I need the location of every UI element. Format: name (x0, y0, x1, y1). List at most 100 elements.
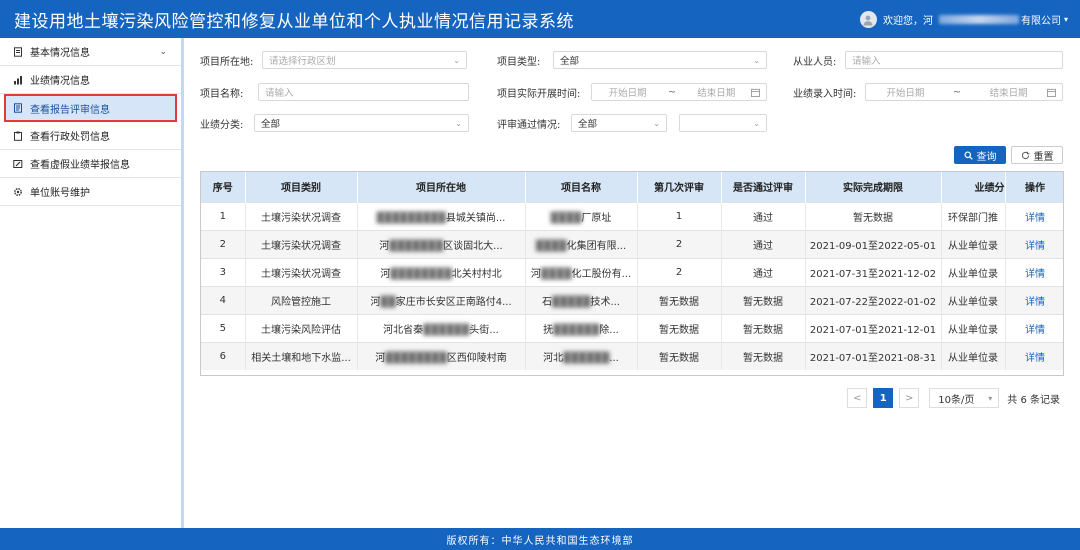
cell-passed: 暂无数据 (721, 285, 806, 314)
cell-period: 2021-07-31至2021-12-02 (805, 257, 942, 286)
page-size-value: 10条/页 (938, 394, 975, 406)
entry-date-range[interactable]: 开始日期 ~ 结束日期 (865, 83, 1063, 101)
filter-type: 项目类型: 全部 ⌄ (497, 51, 767, 69)
redacted-text: █████ (552, 296, 591, 308)
search-icon (963, 150, 973, 160)
col-header: 操作 (1005, 172, 1063, 202)
query-button[interactable]: 查询 (954, 146, 1006, 164)
loc-suffix: 头街... (469, 324, 499, 336)
reset-button[interactable]: 重置 (1011, 146, 1063, 164)
cell-category: 风险管控施工 (245, 285, 358, 314)
type-value: 全部 (560, 56, 580, 67)
end-date-placeholder: 结束日期 (697, 88, 736, 99)
app-title: 建设用地土壤污染风险管控和修复从业单位和个人执业情况信用记录系统 (14, 11, 574, 32)
table-row: 3 土壤污染状况调查 河████████北关村村北 河████化工股份有... … (201, 257, 1063, 286)
cell-perf: 从业单位录 (941, 229, 1006, 258)
redacted-text: ████████ (385, 352, 447, 364)
type-select[interactable]: 全部 ⌄ (553, 51, 767, 69)
name-suffix: ... (609, 352, 619, 364)
name-suffix: 技术... (590, 296, 620, 308)
actual-date-range[interactable]: 开始日期 ~ 结束日期 (591, 83, 767, 101)
location-select[interactable]: 请选择行政区划 ⌄ (262, 51, 467, 69)
prev-page-button[interactable]: < (847, 388, 868, 408)
bar-chart-icon (12, 74, 24, 86)
loc-prefix: 河北省秦 (383, 324, 424, 336)
name-input[interactable]: 请输入 (258, 83, 469, 101)
name-prefix: 石 (542, 296, 552, 308)
filter-entry-time: 业绩录入时间: 开始日期 ~ 结束日期 (793, 83, 1063, 101)
sidebar-item-report-review[interactable]: 查看报告评审信息 (4, 94, 177, 122)
cell-perf: 从业单位录 (941, 313, 1006, 342)
user-icon (863, 15, 873, 25)
cell-name: 抚██████除... (525, 313, 638, 342)
name-suffix: 化工股份有... (571, 268, 632, 280)
cell-name: 河北██████... (525, 341, 638, 370)
page-size-select[interactable]: 10条/页 ▾ (929, 388, 1000, 408)
start-date-placeholder: 开始日期 (886, 88, 925, 99)
footer: 版权所有：中华人民共和国生态环境部 (0, 528, 1080, 550)
category-select[interactable]: 全部 ⌄ (254, 114, 469, 132)
detail-link[interactable]: 详情 (1025, 353, 1045, 364)
detail-link[interactable]: 详情 (1025, 325, 1045, 336)
review-sub-select[interactable]: ⌄ (679, 114, 767, 132)
table-row: 4 风险管控施工 河██家庄市长安区正南路付4... 石█████技术... 暂… (201, 285, 1063, 314)
filter-person: 从业人员: 请输入 (793, 51, 1063, 69)
category-value: 全部 (261, 119, 281, 130)
redacted-text: ██████ (563, 352, 610, 364)
sidebar-item-account[interactable]: 单位账号维护 (0, 178, 181, 206)
col-header: 业绩分 (941, 172, 1006, 202)
name-prefix: 河北 (543, 352, 564, 364)
avatar (859, 11, 877, 28)
loc-suffix: 北关村村北 (451, 268, 502, 280)
cell-category: 相关土壤和地下水监... (245, 341, 358, 370)
col-header: 项目名称 (525, 172, 638, 202)
query-label: 查询 (976, 151, 997, 163)
person-placeholder: 请输入 (852, 56, 881, 67)
chevron-down-icon[interactable]: ▾ (1064, 15, 1068, 24)
cell-location: 河███████区谈固北大... (357, 229, 526, 258)
col-header: 第几次评审 (637, 172, 722, 202)
main-content: 项目所在地: 请选择行政区划 ⌄ 项目类型: 全部 ⌄ 从业人员: 请输入 项目… (187, 38, 1080, 528)
user-menu[interactable]: 欢迎您，河 有限公司 ▾ (859, 11, 1068, 28)
category-label: 业绩分类: (200, 119, 244, 131)
total-records: 共 6 条记录 (1007, 394, 1060, 406)
sidebar-item-false-report[interactable]: 查看虚假业绩举报信息 (0, 150, 181, 178)
detail-link[interactable]: 详情 (1025, 297, 1045, 308)
sidebar-item-penalty[interactable]: 查看行政处罚信息 (0, 122, 181, 150)
detail-link[interactable]: 详情 (1025, 213, 1045, 224)
cell-passed: 暂无数据 (721, 341, 806, 370)
reset-label: 重置 (1033, 151, 1054, 163)
chevron-down-icon: ▾ (988, 393, 993, 403)
detail-link[interactable]: 详情 (1025, 241, 1045, 252)
report-icon (12, 102, 24, 114)
redacted-text: ████ (540, 268, 572, 280)
chevron-down-icon[interactable]: ⌄ (159, 47, 167, 57)
copyright-text: 版权所有：中华人民共和国生态环境部 (446, 535, 634, 547)
filter-name: 项目名称: 请输入 (200, 83, 469, 101)
name-label: 项目名称: (200, 88, 244, 100)
page-number-current[interactable]: 1 (873, 388, 894, 408)
detail-link[interactable]: 详情 (1025, 269, 1045, 280)
cell-name: ████化集团有限... (525, 229, 638, 258)
redacted-text: ██████ (553, 324, 600, 336)
sidebar-item-basic-info[interactable]: 基本情况信息 ⌄ (0, 38, 181, 66)
review-select[interactable]: 全部 ⌄ (571, 114, 667, 132)
cell-passed: 通过 (721, 229, 806, 258)
loc-suffix: 家庄市长安区正南路付4... (395, 296, 512, 308)
cell-category: 土壤污染状况调查 (245, 257, 358, 286)
cell-passed: 暂无数据 (721, 313, 806, 342)
table-row: 2 土壤污染状况调查 河███████区谈固北大... ████化集团有限...… (201, 229, 1063, 258)
cell-category: 土壤污染状况调查 (245, 201, 358, 230)
name-suffix: 厂原址 (581, 212, 612, 224)
cell-passed: 通过 (721, 257, 806, 286)
sidebar-item-label: 基本情况信息 (30, 48, 90, 59)
sidebar: 基本情况信息 ⌄ 业绩情况信息 查看报告评审信息 查看行政处罚信息 查看虚假业绩… (0, 38, 184, 528)
cell-op: 详情 (1005, 313, 1063, 342)
sidebar-item-performance[interactable]: 业绩情况信息 (0, 66, 181, 94)
next-page-button[interactable]: > (899, 388, 920, 408)
cell-times: 暂无数据 (637, 341, 722, 370)
person-label: 从业人员: (793, 56, 837, 68)
person-input[interactable]: 请输入 (845, 51, 1063, 69)
name-suffix: 化集团有限... (566, 240, 627, 252)
results-table: 序号 项目类别 项目所在地 项目名称 第几次评审 是否通过评审 实际完成期限 业… (200, 171, 1064, 376)
